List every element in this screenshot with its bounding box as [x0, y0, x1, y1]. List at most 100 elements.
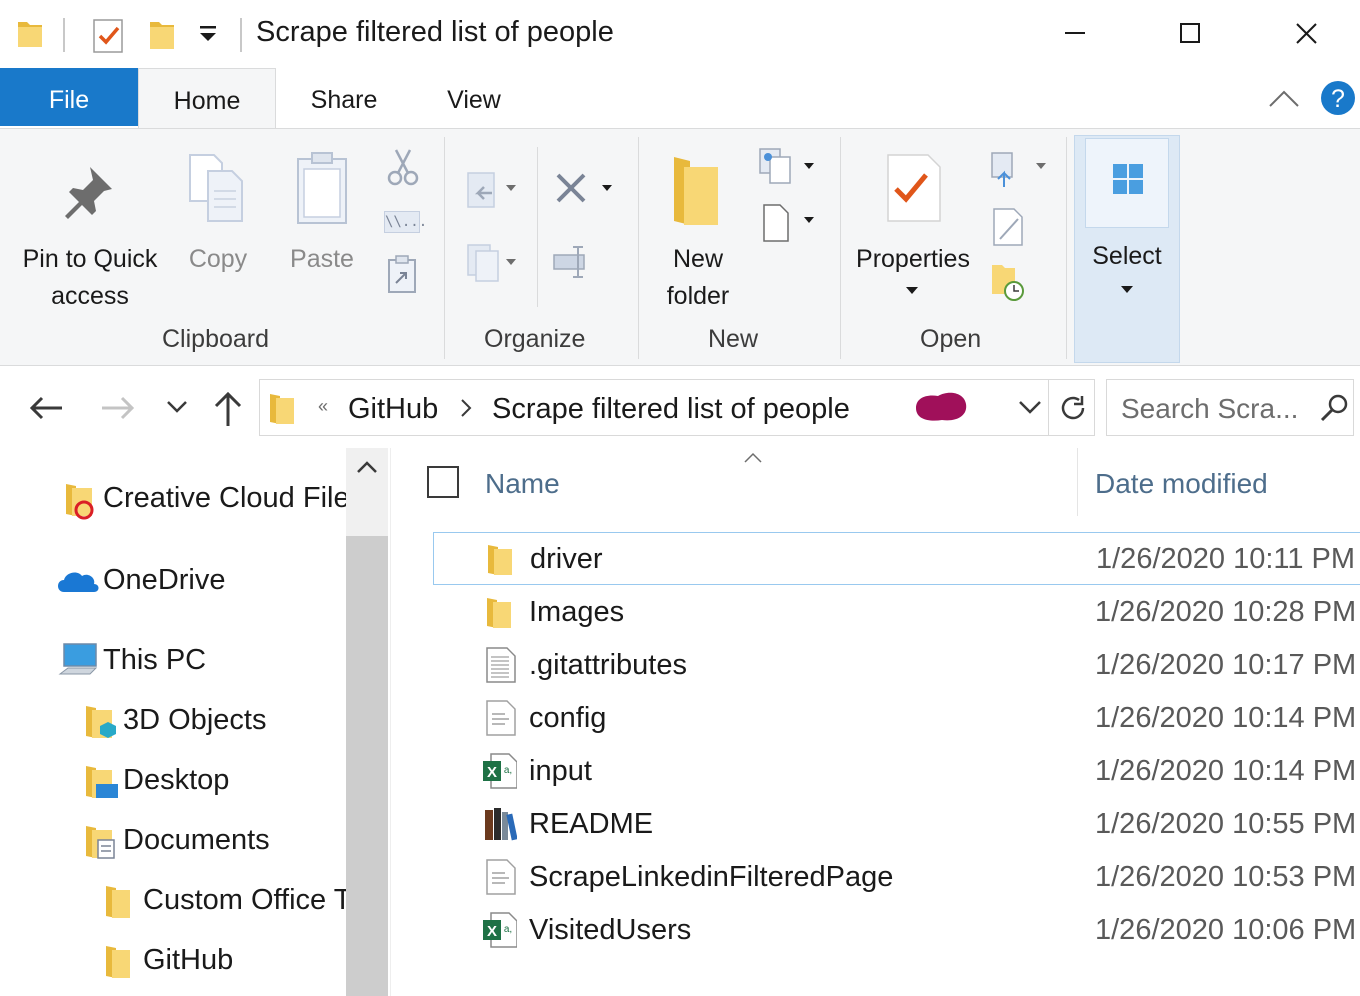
breadcrumb-github[interactable]: GitHub — [348, 393, 438, 426]
cut-scissors-icon[interactable] — [386, 147, 420, 187]
folder-icon[interactable] — [16, 16, 44, 50]
back-arrow-icon[interactable] — [26, 392, 66, 426]
separator — [63, 18, 65, 52]
tab-home[interactable]: Home — [138, 68, 276, 129]
file-list: Name Date modified driver 1/26/2020 10:1… — [390, 448, 1360, 996]
collapse-ribbon-chevron-icon[interactable] — [1266, 84, 1302, 114]
nav-item-desktop[interactable]: Desktop — [82, 760, 346, 804]
nav-label: GitHub — [143, 944, 234, 976]
address-overflow[interactable]: « — [318, 396, 328, 417]
table-row[interactable]: X a, VisitedUsers 1/26/2020 10:06 PM — [433, 904, 1360, 957]
text-file-icon — [486, 700, 516, 736]
excel-csv-icon: X a, — [483, 912, 517, 948]
open-with-icon[interactable] — [990, 149, 1052, 191]
nav-label: Documents — [123, 824, 270, 856]
properties-quick-access-icon[interactable] — [92, 16, 124, 54]
file-date: 1/26/2020 10:14 PM — [1095, 702, 1357, 734]
3d-objects-folder-icon — [86, 706, 116, 738]
column-header-name[interactable]: Name — [485, 468, 560, 500]
tab-file[interactable]: File — [0, 68, 138, 126]
properties-button[interactable]: Properties — [848, 137, 978, 317]
folder-icon — [488, 545, 512, 575]
nav-item-this-pc[interactable]: This PC — [58, 640, 348, 684]
nav-item-custom-office-templates[interactable]: Custom Office Templates — [102, 880, 390, 924]
nav-item-documents[interactable]: Documents — [82, 820, 346, 864]
separator — [537, 147, 538, 307]
nav-label: Creative Cloud Files — [103, 482, 365, 514]
new-folder-button[interactable]: New folder — [650, 137, 746, 317]
new-item-icon[interactable] — [758, 147, 822, 187]
separator — [638, 137, 639, 359]
easy-access-icon[interactable] — [758, 203, 822, 243]
up-arrow-icon[interactable] — [212, 390, 244, 428]
move-to-icon[interactable] — [466, 169, 520, 211]
select-all-checkbox[interactable] — [427, 466, 459, 498]
maximize-button[interactable] — [1160, 10, 1220, 56]
documents-folder-icon — [86, 826, 115, 859]
excel-csv-icon: X a, — [483, 753, 517, 789]
breadcrumb-separator-chevron-icon[interactable] — [456, 396, 476, 420]
help-icon[interactable]: ? — [1320, 80, 1358, 118]
table-row[interactable]: ScrapeLinkedinFilteredPage 1/26/2020 10:… — [433, 851, 1360, 904]
copy-to-icon[interactable] — [466, 241, 520, 283]
folder-icon — [270, 394, 294, 424]
select-dropdown-icon — [1121, 286, 1133, 293]
svg-text:X: X — [487, 923, 497, 940]
table-row[interactable]: Images 1/26/2020 10:28 PM — [433, 586, 1360, 639]
navigation-bar: « GitHub Scrape filtered list of people … — [0, 366, 1360, 448]
table-row[interactable]: config 1/26/2020 10:14 PM — [433, 692, 1360, 745]
scrollbar-thumb[interactable] — [346, 536, 388, 996]
select-button[interactable]: Select — [1074, 135, 1180, 363]
close-button[interactable] — [1276, 10, 1336, 56]
address-history-chevron-icon[interactable] — [1016, 396, 1044, 420]
refresh-icon[interactable] — [1056, 390, 1090, 426]
delete-x-icon[interactable] — [552, 169, 618, 209]
breadcrumb-current-folder[interactable]: Scrape filtered list of people — [492, 393, 850, 426]
recent-locations-chevron-icon[interactable] — [164, 396, 190, 418]
separator — [240, 18, 242, 52]
nav-item-onedrive[interactable]: OneDrive — [56, 560, 346, 604]
nav-item-creative-cloud[interactable]: Creative Cloud Files — [60, 478, 364, 522]
new-folder-quick-access-icon[interactable] — [148, 16, 176, 52]
ribbon-tabs: File Home Share View ? — [0, 68, 1360, 129]
table-row[interactable]: README 1/26/2020 10:55 PM — [433, 798, 1360, 851]
properties-dropdown-icon[interactable] — [904, 283, 920, 297]
nav-label: This PC — [103, 644, 207, 676]
edit-icon[interactable] — [990, 207, 1026, 247]
table-row[interactable]: driver 1/26/2020 10:11 PM — [433, 532, 1360, 585]
copy-button[interactable]: Copy — [178, 137, 258, 277]
history-icon[interactable] — [990, 263, 1030, 303]
column-divider[interactable] — [1077, 448, 1078, 516]
nav-item-github[interactable]: GitHub — [102, 940, 346, 984]
file-name: .gitattributes — [529, 649, 687, 681]
search-placeholder: Search Scra... — [1121, 393, 1299, 424]
search-icon[interactable] — [1319, 392, 1351, 424]
paste-shortcut-icon[interactable] — [386, 255, 418, 295]
forward-arrow-icon[interactable] — [98, 392, 138, 426]
group-label-new: New — [708, 325, 759, 353]
redaction-mark — [916, 392, 967, 421]
scroll-up-arrow-icon[interactable] — [354, 458, 380, 478]
pin-to-quick-access-button[interactable]: Pin to Quick access — [10, 137, 170, 317]
paste-button[interactable]: Paste — [280, 137, 364, 277]
nav-label: Desktop — [123, 764, 230, 796]
svg-text:?: ? — [1331, 85, 1345, 113]
customize-toolbar-dropdown-icon[interactable] — [196, 22, 220, 46]
copy-icon — [189, 154, 243, 222]
properties-label: Properties — [856, 245, 970, 273]
tab-view[interactable]: View — [420, 68, 528, 128]
address-bar[interactable]: « GitHub Scrape filtered list of people — [259, 379, 1095, 436]
column-header-date-modified[interactable]: Date modified — [1095, 468, 1268, 500]
nav-item-3d-objects[interactable]: 3D Objects — [82, 700, 346, 744]
nav-pane-scrollbar[interactable] — [346, 448, 388, 996]
copy-path-icon[interactable]: \\... — [384, 211, 427, 233]
desktop-folder-icon — [86, 766, 118, 798]
select-label: Select — [1092, 242, 1162, 270]
search-box[interactable]: Search Scra... — [1106, 379, 1354, 436]
tab-share[interactable]: Share — [290, 68, 398, 128]
minimize-button[interactable] — [1046, 10, 1106, 56]
table-row[interactable]: X a, input 1/26/2020 10:14 PM — [433, 745, 1360, 798]
rename-icon[interactable] — [552, 243, 596, 283]
svg-text:a,: a, — [504, 924, 512, 935]
table-row[interactable]: .gitattributes 1/26/2020 10:17 PM — [433, 639, 1360, 692]
